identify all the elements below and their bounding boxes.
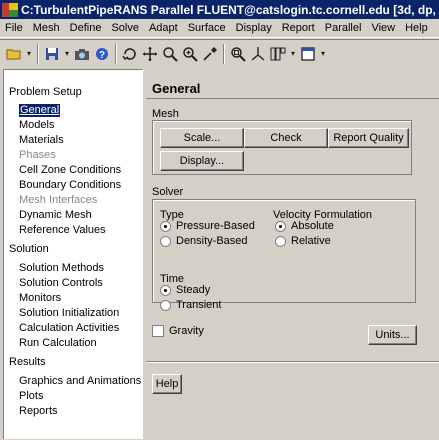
window-dropdown-chevron-icon[interactable]: ▾ (318, 44, 328, 64)
tree-item-boundary-conditions[interactable]: Boundary Conditions (19, 179, 121, 192)
gravity-label: Gravity (169, 325, 204, 337)
open-dropdown-chevron-icon[interactable]: ▾ (24, 44, 34, 64)
radio-indicator (275, 235, 286, 247)
radio-selected-indicator (160, 220, 171, 232)
menu-view[interactable]: View (366, 20, 400, 37)
transient-label: Transient (176, 299, 222, 311)
tree-item-plots[interactable]: Plots (19, 390, 43, 403)
window-title: C:TurbulentPipeRANS Parallel FLUENT@cats… (21, 2, 439, 17)
steady-label: Steady (176, 284, 211, 296)
help-question-icon[interactable]: ? (92, 44, 112, 64)
tree-item-graphics-and-animations[interactable]: Graphics and Animations (19, 375, 141, 388)
display-button[interactable]: Display... (160, 151, 244, 171)
layout-dropdown-chevron-icon[interactable]: ▾ (288, 44, 298, 64)
gravity-checkbox[interactable]: Gravity (152, 325, 204, 337)
rotate-icon[interactable] (120, 44, 140, 64)
svg-text:?: ? (99, 50, 105, 61)
tree-item-solution-methods[interactable]: Solution Methods (19, 262, 104, 275)
tree-item-models[interactable]: Models (19, 119, 54, 132)
menu-define[interactable]: Define (65, 20, 107, 37)
tree-item-monitors[interactable]: Monitors (19, 292, 61, 305)
menu-file[interactable]: File (0, 20, 28, 37)
tree-heading-results[interactable]: Results (9, 356, 46, 369)
menu-help[interactable]: Help (400, 20, 433, 37)
menu-surface[interactable]: Surface (183, 20, 231, 37)
menu-mesh[interactable]: Mesh (28, 20, 65, 37)
tree-heading-problem-setup[interactable]: Problem Setup (9, 86, 82, 99)
mesh-section-label: Mesh (152, 108, 179, 120)
panel-divider (146, 361, 439, 363)
navigation-tree: Problem Setup General Models Materials P… (3, 69, 143, 439)
pressure-based-radio[interactable]: Pressure-Based (160, 220, 255, 232)
tree-item-general[interactable]: General (19, 104, 61, 117)
radio-indicator (160, 235, 171, 247)
checkbox-box (152, 325, 164, 337)
zoom-in-icon[interactable] (180, 44, 200, 64)
tree-item-phases: Phases (19, 149, 56, 161)
save-dropdown-chevron-icon[interactable]: ▾ (62, 44, 72, 64)
zoom-icon[interactable] (160, 44, 180, 64)
general-panel: General Mesh Scale... Check Report Quali… (146, 69, 439, 440)
toolbar-separator (115, 43, 117, 64)
absolute-radio[interactable]: Absolute (275, 220, 334, 232)
fluent-app-icon (2, 2, 18, 17)
fit-zoom-icon[interactable] (228, 44, 248, 64)
title-bar[interactable]: C:TurbulentPipeRANS Parallel FLUENT@cats… (0, 0, 439, 19)
steady-radio[interactable]: Steady (160, 284, 210, 296)
menu-adapt[interactable]: Adapt (144, 20, 183, 37)
toolbar: ▾ ▾ ? ▾ ▾ (0, 39, 439, 67)
tree-item-reference-values[interactable]: Reference Values (19, 224, 106, 237)
scale-button[interactable]: Scale... (160, 128, 244, 148)
menu-solve[interactable]: Solve (106, 20, 144, 37)
help-button[interactable]: Help (152, 374, 182, 394)
tree-heading-solution[interactable]: Solution (9, 243, 49, 256)
tree-item-materials[interactable]: Materials (19, 134, 64, 147)
relative-radio[interactable]: Relative (275, 235, 331, 247)
translate-move-icon[interactable] (140, 44, 160, 64)
radio-indicator (160, 299, 171, 311)
window-view-icon[interactable] (298, 44, 318, 64)
pressure-based-label: Pressure-Based (176, 220, 255, 232)
relative-label: Relative (291, 235, 331, 247)
radio-selected-indicator (275, 220, 286, 232)
check-button[interactable]: Check (244, 128, 328, 148)
open-folder-icon[interactable] (4, 44, 24, 64)
absolute-label: Absolute (291, 220, 334, 232)
density-based-radio[interactable]: Density-Based (160, 235, 248, 247)
camera-icon[interactable] (72, 44, 92, 64)
tree-item-solution-controls[interactable]: Solution Controls (19, 277, 103, 290)
tree-item-calculation-activities[interactable]: Calculation Activities (19, 322, 119, 335)
axes-orientation-icon[interactable] (248, 44, 268, 64)
save-icon[interactable] (42, 44, 62, 64)
density-based-label: Density-Based (176, 235, 248, 247)
tree-item-mesh-interfaces: Mesh Interfaces (19, 194, 98, 206)
toolbar-separator (223, 43, 225, 64)
menu-bar: File Mesh Define Solve Adapt Surface Dis… (0, 19, 439, 38)
solver-section-label: Solver (152, 186, 184, 198)
panel-title: General (146, 69, 439, 99)
tree-item-solution-initialization[interactable]: Solution Initialization (19, 307, 119, 320)
menu-display[interactable]: Display (231, 20, 277, 37)
probe-pick-icon[interactable] (200, 44, 220, 64)
report-quality-button[interactable]: Report Quality (328, 128, 409, 148)
tree-item-run-calculation[interactable]: Run Calculation (19, 337, 97, 350)
units-button[interactable]: Units... (368, 325, 417, 345)
radio-selected-indicator (160, 284, 171, 296)
layout-view-icon[interactable] (268, 44, 288, 64)
transient-radio[interactable]: Transient (160, 299, 221, 311)
menu-report[interactable]: Report (277, 20, 320, 37)
menu-parallel[interactable]: Parallel (320, 20, 367, 37)
tree-item-reports[interactable]: Reports (19, 405, 58, 418)
tree-item-dynamic-mesh[interactable]: Dynamic Mesh (19, 209, 92, 222)
toolbar-separator (37, 43, 39, 64)
tree-item-cell-zone-conditions[interactable]: Cell Zone Conditions (19, 164, 121, 177)
